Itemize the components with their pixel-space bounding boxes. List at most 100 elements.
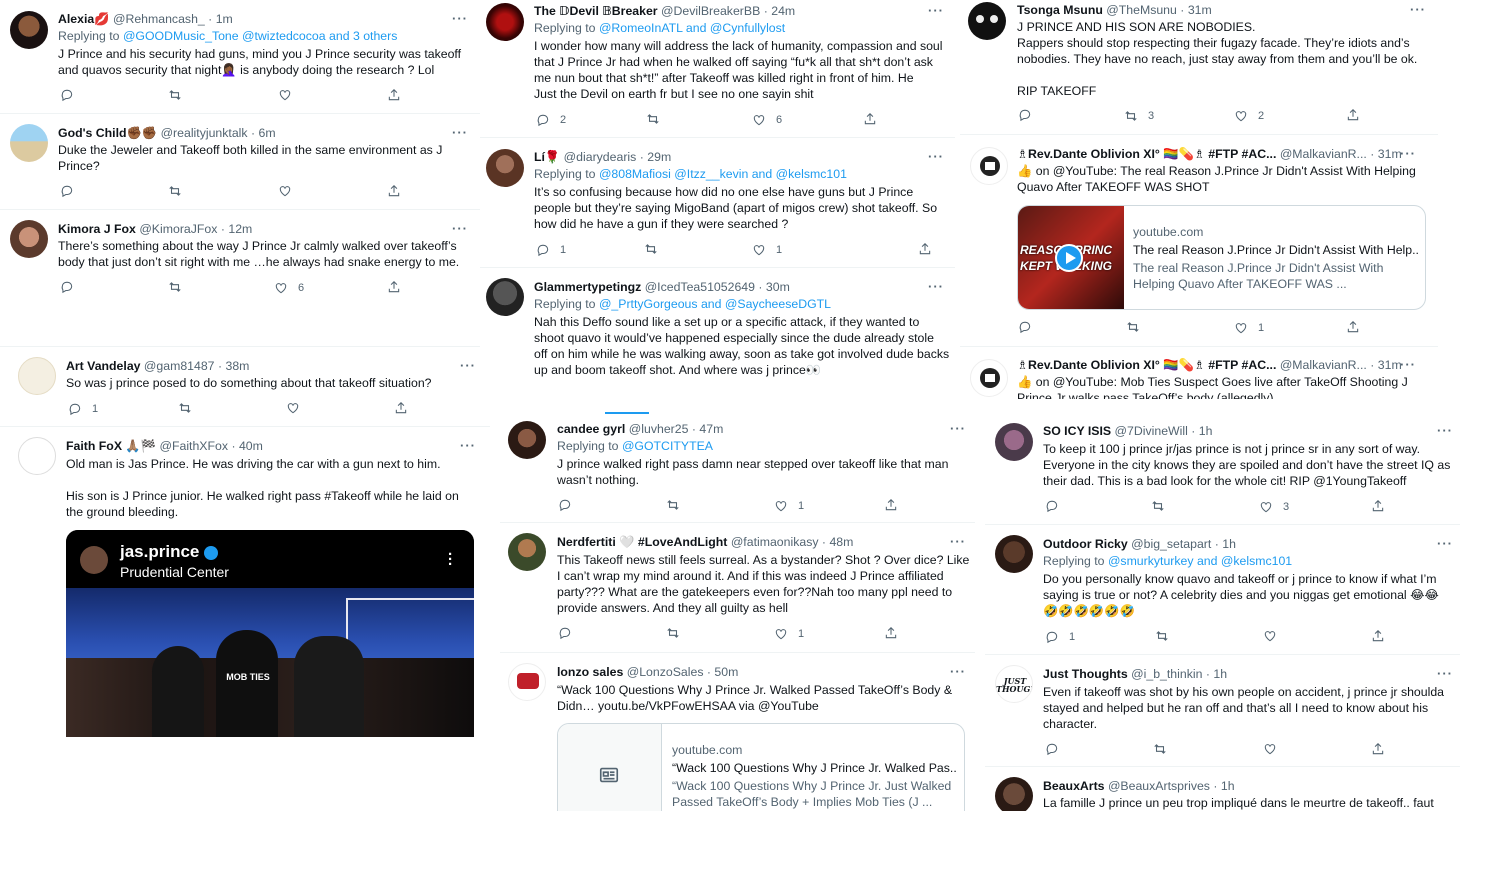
share-button[interactable]: [387, 184, 401, 198]
more-icon[interactable]: ···: [950, 665, 966, 678]
like-button[interactable]: [278, 184, 292, 198]
reply-button[interactable]: [1018, 320, 1032, 334]
avatar[interactable]: [10, 11, 48, 49]
more-icon[interactable]: ···: [1400, 147, 1416, 160]
more-icon[interactable]: ···: [928, 150, 944, 163]
retweet-button[interactable]: [666, 498, 680, 512]
retweet-button[interactable]: [666, 626, 680, 640]
like-button[interactable]: [278, 88, 302, 102]
more-icon[interactable]: ···: [460, 359, 476, 372]
more-icon[interactable]: ···: [1400, 358, 1416, 371]
video-thumbnail[interactable]: REASON PRINC KEPT WALKING: [1018, 206, 1124, 309]
display-name[interactable]: lonzo sales: [557, 665, 623, 679]
avatar[interactable]: [968, 2, 1006, 40]
handle[interactable]: @Rehmancash_: [113, 12, 205, 26]
reply-button[interactable]: [1018, 108, 1032, 122]
timestamp[interactable]: 1h: [1221, 779, 1235, 793]
share-button[interactable]: [1346, 108, 1360, 122]
timestamp[interactable]: 31m: [1188, 3, 1212, 17]
timestamp[interactable]: 6m: [259, 126, 276, 140]
more-icon[interactable]: ···: [1437, 537, 1453, 550]
avatar[interactable]: [995, 535, 1033, 573]
tweet[interactable]: Nerdfertiti 🤍 #LoveAndLight @fatimaonika…: [500, 523, 975, 651]
tweet[interactable]: JUSTTHOUGHTS Just Thoughts @i_b_thinkin …: [985, 655, 1460, 765]
reply-button[interactable]: [60, 184, 74, 198]
retweet-button[interactable]: [168, 280, 182, 294]
timestamp[interactable]: 29m: [647, 150, 671, 164]
display-name[interactable]: Just Thoughts: [1043, 667, 1128, 681]
more-icon[interactable]: ···: [452, 12, 468, 25]
reply-button[interactable]: [558, 626, 572, 640]
retweet-button[interactable]: [168, 184, 182, 198]
more-icon[interactable]: ···: [452, 222, 468, 235]
handle[interactable]: @LonzoSales: [627, 665, 704, 679]
timestamp[interactable]: 24m: [771, 4, 795, 18]
timestamp[interactable]: 1m: [216, 12, 233, 26]
share-button[interactable]: [1371, 742, 1385, 756]
timestamp[interactable]: 48m: [829, 535, 853, 549]
retweet-button[interactable]: [644, 242, 658, 256]
timestamp[interactable]: 31m: [1378, 358, 1402, 372]
timestamp[interactable]: 38m: [225, 359, 249, 373]
tweet[interactable]: ♗Rev.Dante Oblivion XI° 🏳️‍🌈💊♗ #FTP #AC.…: [960, 347, 1438, 399]
handle[interactable]: @DevilBreakerBB: [661, 4, 760, 18]
avatar[interactable]: [970, 359, 1008, 397]
avatar[interactable]: [995, 777, 1033, 811]
reply-button[interactable]: [60, 280, 74, 294]
handle[interactable]: @diarydearis: [564, 150, 637, 164]
avatar[interactable]: JUSTTHOUGHTS: [995, 665, 1033, 703]
timestamp[interactable]: 30m: [766, 280, 790, 294]
avatar[interactable]: [486, 3, 524, 41]
handle[interactable]: @7DivineWill: [1115, 424, 1188, 438]
display-name[interactable]: Lí🌹: [534, 150, 560, 164]
avatar[interactable]: [18, 357, 56, 395]
share-button[interactable]: [387, 88, 401, 102]
share-button[interactable]: [884, 626, 898, 640]
reply-button[interactable]: 1: [68, 401, 98, 417]
play-icon[interactable]: [1055, 244, 1083, 272]
display-name[interactable]: Nerdfertiti 🤍 #LoveAndLight: [557, 535, 727, 549]
tweet[interactable]: BeauxArts @BeauxArtsprives · 1h La famil…: [985, 767, 1460, 811]
retweet-button[interactable]: 3: [1124, 108, 1154, 124]
display-name[interactable]: SO ICY ISIS: [1043, 424, 1111, 438]
tweet[interactable]: candee gyrl @luvher25 · 47m ··· Replying…: [500, 415, 975, 521]
retweet-button[interactable]: [1126, 320, 1140, 334]
tweet[interactable]: Art Vandelay @gam81487 · 38m ··· So was …: [0, 347, 490, 425]
retweet-button[interactable]: [1155, 629, 1169, 643]
timestamp[interactable]: 31m: [1378, 147, 1402, 161]
handle[interactable]: @FaithXFox: [159, 439, 228, 453]
like-button[interactable]: 1: [752, 242, 782, 258]
more-icon[interactable]: ···: [452, 126, 468, 139]
display-name[interactable]: Faith FoX 🙏🏽🏁: [66, 439, 156, 453]
display-name[interactable]: Kimora J Fox: [58, 222, 136, 236]
tweet[interactable]: Faith FoX 🙏🏽🏁 @FaithXFox · 40m ··· Old m…: [0, 427, 490, 737]
avatar[interactable]: [10, 220, 48, 258]
more-icon[interactable]: ···: [1437, 424, 1453, 437]
more-icon[interactable]: ···: [950, 535, 966, 548]
tweet[interactable]: Glammertypetingz @IcedTea51052649 · 30m …: [480, 268, 955, 394]
reply-to-mentions[interactable]: @RomeoInATL and @Cynfullylost: [599, 21, 785, 35]
display-name[interactable]: God's Child✊🏾✊🏾: [58, 126, 157, 140]
retweet-button[interactable]: [178, 401, 192, 415]
avatar[interactable]: [18, 437, 56, 475]
handle[interactable]: @gam81487: [144, 359, 215, 373]
like-button[interactable]: 2: [1234, 108, 1264, 124]
retweet-button[interactable]: [1151, 499, 1165, 513]
more-icon[interactable]: ···: [1410, 3, 1426, 16]
like-button[interactable]: 6: [274, 280, 304, 296]
more-icon[interactable]: ···: [928, 4, 944, 17]
like-button[interactable]: 3: [1259, 499, 1289, 515]
retweet-button[interactable]: [168, 88, 192, 102]
reply-button[interactable]: 1: [1045, 629, 1075, 645]
share-button[interactable]: [1346, 320, 1360, 334]
retweet-button[interactable]: [646, 112, 660, 126]
reply-button[interactable]: 1: [536, 242, 566, 258]
handle[interactable]: @IcedTea51052649: [645, 280, 755, 294]
display-name[interactable]: Art Vandelay: [66, 359, 141, 373]
timestamp[interactable]: 50m: [714, 665, 738, 679]
timestamp[interactable]: 12m: [228, 222, 252, 236]
timestamp[interactable]: 1h: [1213, 667, 1227, 681]
like-button[interactable]: 1: [774, 498, 804, 514]
link-card[interactable]: REASON PRINC KEPT WALKING youtube.com Th…: [1017, 205, 1426, 310]
reply-to-mentions[interactable]: @_PrttyGorgeous and @SaycheeseDGTL: [599, 297, 831, 311]
